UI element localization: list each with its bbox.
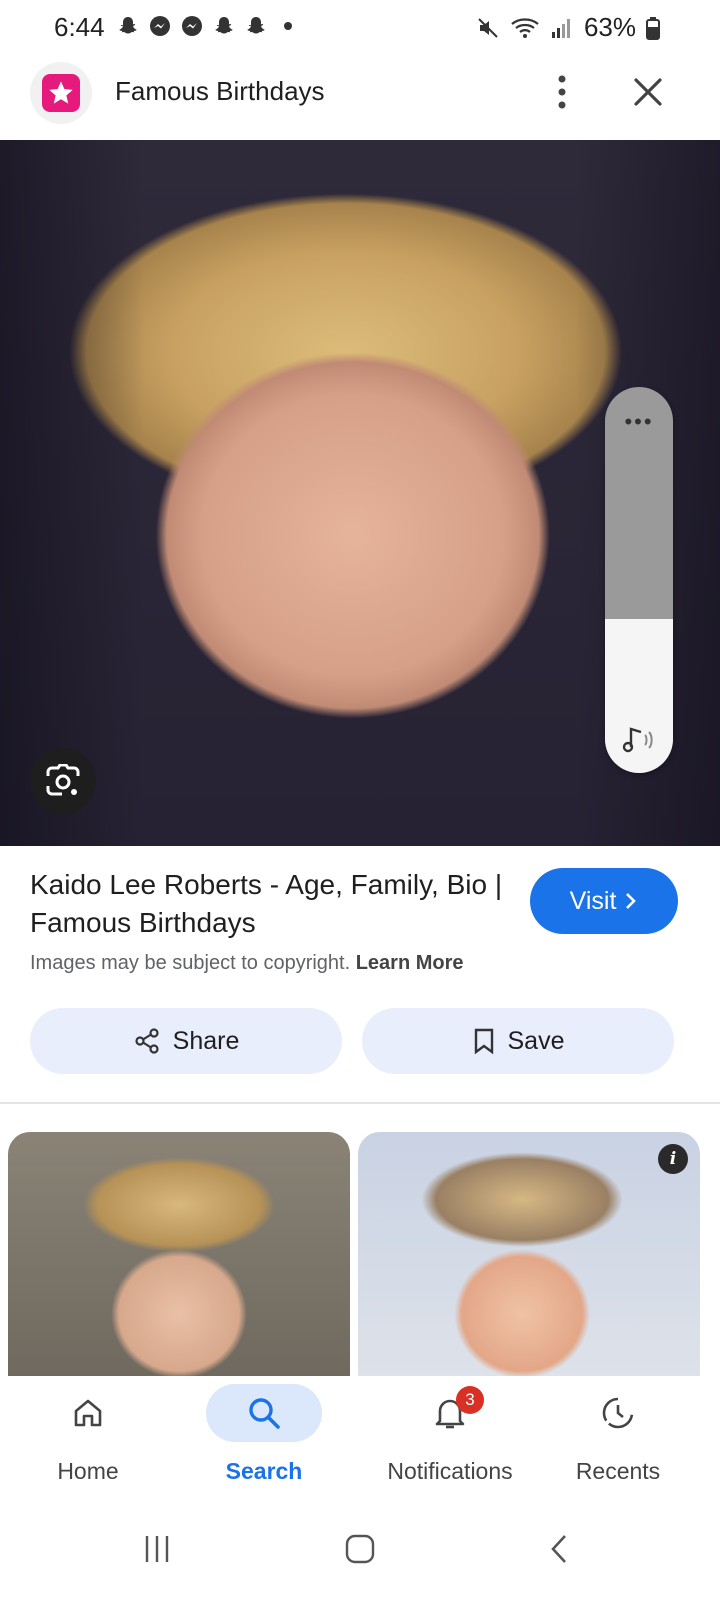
- save-button[interactable]: Save: [362, 1008, 674, 1074]
- status-bar: 6:44 63%: [0, 0, 720, 54]
- share-icon: [135, 1028, 159, 1054]
- visit-button[interactable]: Visit: [530, 868, 678, 934]
- search-icon: [249, 1398, 280, 1429]
- nav-icon-container: 3: [392, 1384, 508, 1442]
- nav-label: Recents: [575, 1458, 661, 1484]
- back-button[interactable]: [534, 1524, 584, 1574]
- google-lens-button[interactable]: [30, 748, 96, 814]
- mute-icon: [478, 17, 498, 38]
- media-volume-icon: [622, 727, 653, 753]
- chevron-right-icon: [626, 893, 637, 909]
- recent-apps-icon: [145, 1536, 169, 1562]
- nav-notifications[interactable]: 3 Notifications: [361, 1384, 539, 1494]
- battery-icon: [646, 16, 660, 40]
- close-icon: [634, 78, 662, 106]
- share-label: Share: [172, 1026, 240, 1055]
- save-label: Save: [507, 1026, 565, 1055]
- nav-home[interactable]: Home: [8, 1384, 168, 1494]
- messenger-icon: [150, 16, 170, 36]
- nav-label: Notifications: [387, 1458, 513, 1484]
- related-image[interactable]: i: [358, 1132, 700, 1392]
- share-button[interactable]: Share: [30, 1008, 342, 1074]
- battery-percent: 63%: [583, 12, 636, 42]
- dot-icon: [284, 22, 292, 30]
- recents-icon: [602, 1397, 634, 1429]
- nav-icon-container: [206, 1384, 322, 1442]
- copyright-text: Images may be subject to copyright.: [30, 952, 351, 974]
- lens-icon: [46, 764, 80, 796]
- learn-more-link[interactable]: Learn More: [356, 952, 464, 974]
- app-header: Famous Birthdays: [0, 54, 720, 140]
- status-time: 6:44: [54, 12, 105, 42]
- nav-label: Search: [225, 1458, 303, 1484]
- info-icon[interactable]: i: [658, 1144, 688, 1174]
- copyright-notice: Images may be subject to copyright. Lear…: [30, 952, 464, 975]
- star-icon: [49, 81, 73, 104]
- snapchat-icon: [119, 17, 137, 34]
- close-button[interactable]: [628, 72, 668, 112]
- bottom-navigation: Home Search 3 Notifications Recents: [0, 1376, 720, 1498]
- nav-label: Home: [57, 1458, 119, 1484]
- more-vert-icon: [558, 75, 566, 109]
- nav-recents[interactable]: Recents: [538, 1384, 698, 1494]
- visit-label: Visit: [569, 886, 617, 915]
- volume-slider[interactable]: •••: [605, 387, 673, 773]
- volume-more-icon[interactable]: •••: [605, 409, 673, 435]
- nav-search[interactable]: Search: [184, 1384, 344, 1494]
- related-image[interactable]: [8, 1132, 350, 1392]
- notification-icons: [116, 14, 300, 38]
- snapchat-icon: [247, 17, 265, 34]
- home-icon: [74, 1399, 102, 1427]
- signal-icon: [551, 18, 570, 38]
- wifi-icon: [511, 17, 539, 38]
- system-status: 63%: [476, 12, 660, 43]
- site-logo[interactable]: [30, 62, 92, 124]
- result-title[interactable]: Kaido Lee Roberts - Age, Family, Bio | F…: [30, 866, 510, 942]
- back-icon: [551, 1535, 566, 1563]
- home-square-icon: [345, 1534, 375, 1564]
- home-system-button[interactable]: [335, 1524, 385, 1574]
- snapchat-icon: [215, 17, 233, 34]
- nav-icon-container: [30, 1384, 146, 1442]
- notification-badge: 3: [456, 1386, 484, 1414]
- bookmark-icon: [474, 1028, 493, 1055]
- divider: [0, 1102, 720, 1104]
- site-title: Famous Birthdays: [115, 76, 325, 106]
- recent-apps-button[interactable]: [132, 1524, 182, 1574]
- famous-birthdays-logo: [42, 74, 80, 112]
- messenger-icon: [182, 16, 202, 36]
- system-navigation: [0, 1498, 720, 1600]
- more-options-button[interactable]: [538, 68, 586, 116]
- nav-icon-container: [560, 1384, 676, 1442]
- result-image[interactable]: •••: [0, 140, 720, 846]
